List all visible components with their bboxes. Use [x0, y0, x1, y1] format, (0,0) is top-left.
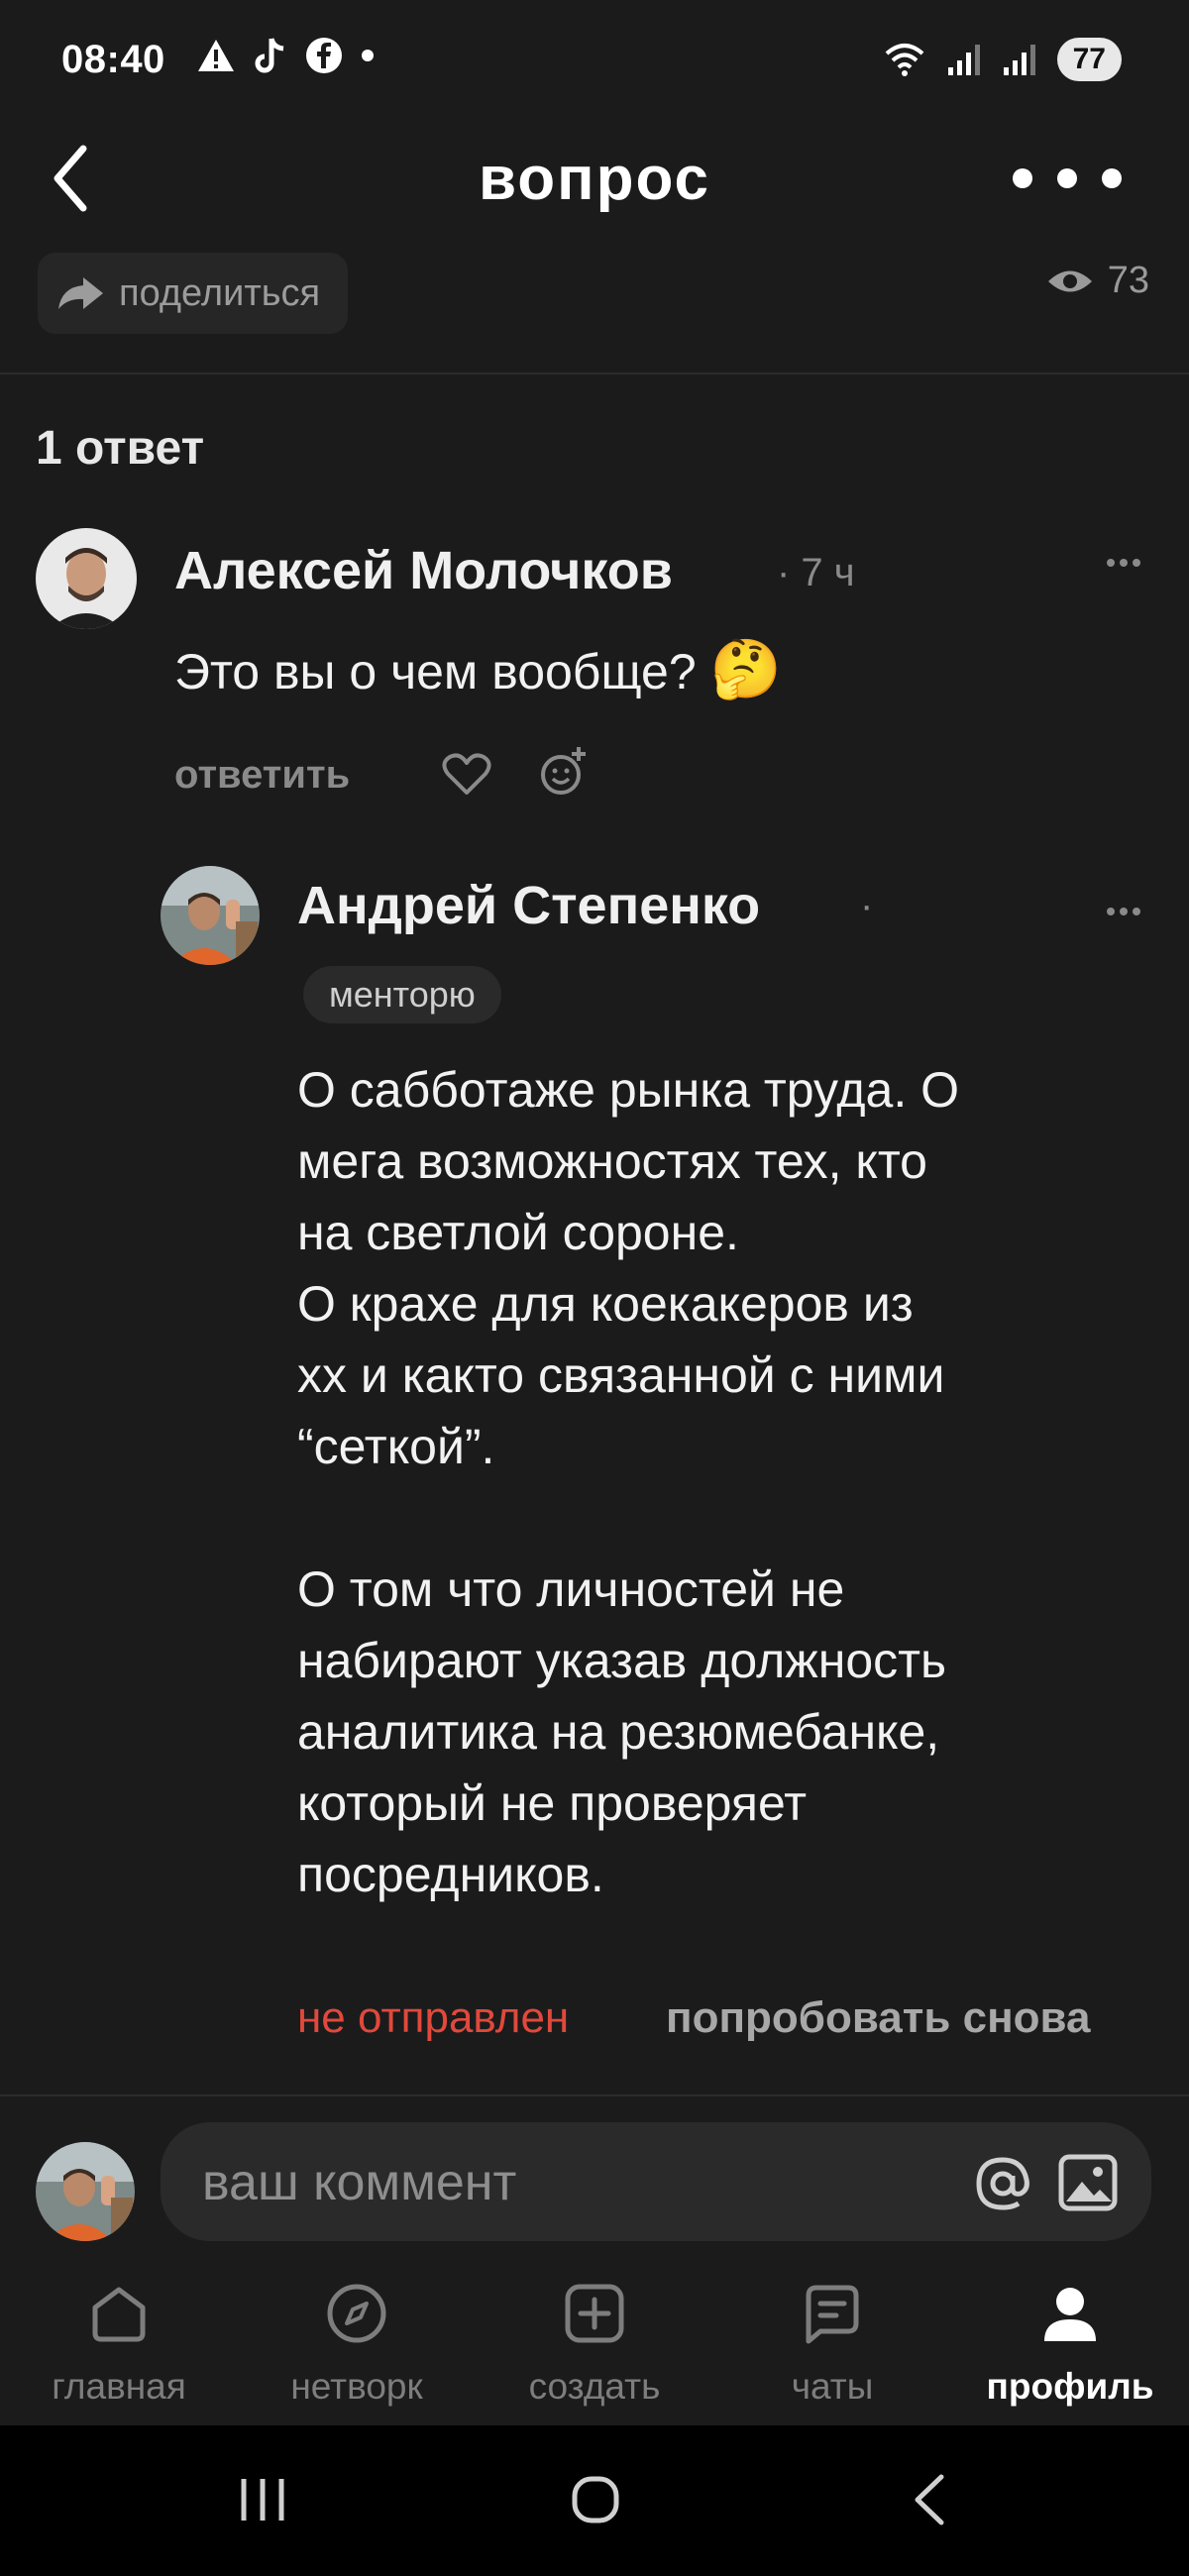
share-button[interactable]: поделиться — [38, 253, 349, 334]
eye-icon — [1047, 270, 1092, 291]
home-icon — [87, 2269, 151, 2358]
facebook-icon — [306, 38, 342, 73]
wifi-icon — [885, 44, 923, 76]
nav-item-network[interactable]: нетворк — [238, 2269, 476, 2427]
nav-label-home: главная — [52, 2366, 186, 2407]
nav-label-network: нетворк — [290, 2366, 423, 2407]
nav-item-profile[interactable]: профиль — [951, 2269, 1189, 2427]
back-system-button[interactable] — [912, 2473, 947, 2531]
avatar-photo-icon — [36, 528, 137, 629]
send-error-status: не отправлен — [297, 1993, 570, 2042]
avatar-photo-icon — [36, 2142, 135, 2241]
reply-text: О cабботаже рынка труда. О мега возможно… — [297, 1062, 960, 1902]
chevron-left-icon — [915, 2474, 944, 2525]
comment-more-button[interactable] — [1106, 555, 1141, 573]
views-counter: 73 — [1046, 260, 1149, 302]
reply-time-separator: · — [860, 884, 874, 927]
signal-icon — [947, 45, 980, 75]
system-navigation-bar — [0, 2425, 1189, 2576]
retry-button[interactable]: попробовать снова — [666, 1993, 1090, 2043]
nav-item-create[interactable]: создать — [476, 2269, 713, 2427]
role-badge: менторю — [303, 966, 501, 1023]
more-horizontal-icon — [1107, 908, 1140, 915]
nav-label-profile: профиль — [986, 2366, 1154, 2407]
comment-text-body: Это вы о чем вообще? — [174, 644, 697, 699]
composer-divider — [0, 2094, 1189, 2096]
recent-apps-button[interactable] — [238, 2477, 287, 2527]
mention-button[interactable] — [973, 2156, 1032, 2216]
chat-icon — [801, 2269, 864, 2358]
thinking-emoji: 🤔 — [709, 637, 782, 701]
image-icon — [1058, 2154, 1118, 2211]
reply-author[interactable]: Андрей Степенко — [297, 875, 760, 936]
attach-image-button[interactable] — [1058, 2154, 1118, 2216]
tiktok-icon — [255, 38, 284, 73]
reply-button[interactable]: ответить — [174, 753, 350, 798]
bottom-navigation: главная нетворк создать чаты профиль — [0, 2269, 1189, 2427]
status-notification-icons — [196, 36, 375, 75]
at-sign-icon — [976, 2157, 1029, 2210]
recent-apps-icon — [241, 2479, 284, 2521]
comment-input[interactable] — [200, 2140, 957, 2225]
dot-icon — [362, 50, 374, 61]
replier-avatar[interactable] — [161, 866, 260, 965]
nav-item-home[interactable]: главная — [0, 2269, 238, 2427]
avatar-photo-icon — [161, 866, 260, 965]
like-button[interactable] — [442, 751, 491, 802]
heart-icon — [442, 753, 491, 795]
nav-label-create: создать — [528, 2366, 661, 2407]
plus-square-icon — [563, 2269, 626, 2358]
more-horizontal-icon — [1107, 559, 1140, 567]
more-horizontal-icon — [1013, 168, 1122, 188]
more-options-button[interactable] — [1003, 159, 1132, 198]
home-system-button[interactable] — [571, 2475, 620, 2529]
share-arrow-icon — [58, 277, 103, 309]
nav-item-chats[interactable]: чаты — [713, 2269, 951, 2427]
answers-count: 1 ответ — [36, 422, 205, 475]
section-divider — [0, 373, 1189, 375]
compass-icon — [325, 2269, 388, 2358]
warning-icon — [198, 40, 234, 71]
comment-composer[interactable] — [161, 2122, 1151, 2241]
commenter-avatar[interactable] — [36, 528, 137, 629]
reply-more-button[interactable] — [1106, 904, 1141, 921]
share-label: поделиться — [119, 271, 321, 314]
add-reaction-button[interactable] — [539, 745, 589, 802]
battery-indicator: 77 — [1056, 38, 1122, 81]
profile-icon — [1038, 2269, 1102, 2358]
nav-label-chats: чаты — [791, 2366, 874, 2407]
my-avatar[interactable] — [36, 2142, 135, 2241]
views-count: 73 — [1107, 260, 1149, 301]
status-time: 08:40 — [61, 38, 165, 81]
status-system-icons: 77 — [883, 38, 1122, 81]
comment-time: · 7 ч — [777, 551, 855, 594]
comment-text: Это вы о чем вообще? 🤔 — [174, 634, 782, 707]
comment-author[interactable]: Алексей Молочков — [174, 540, 673, 601]
home-circle-icon — [572, 2476, 619, 2523]
add-emoji-icon — [541, 747, 586, 795]
signal-icon-2 — [1003, 45, 1035, 75]
